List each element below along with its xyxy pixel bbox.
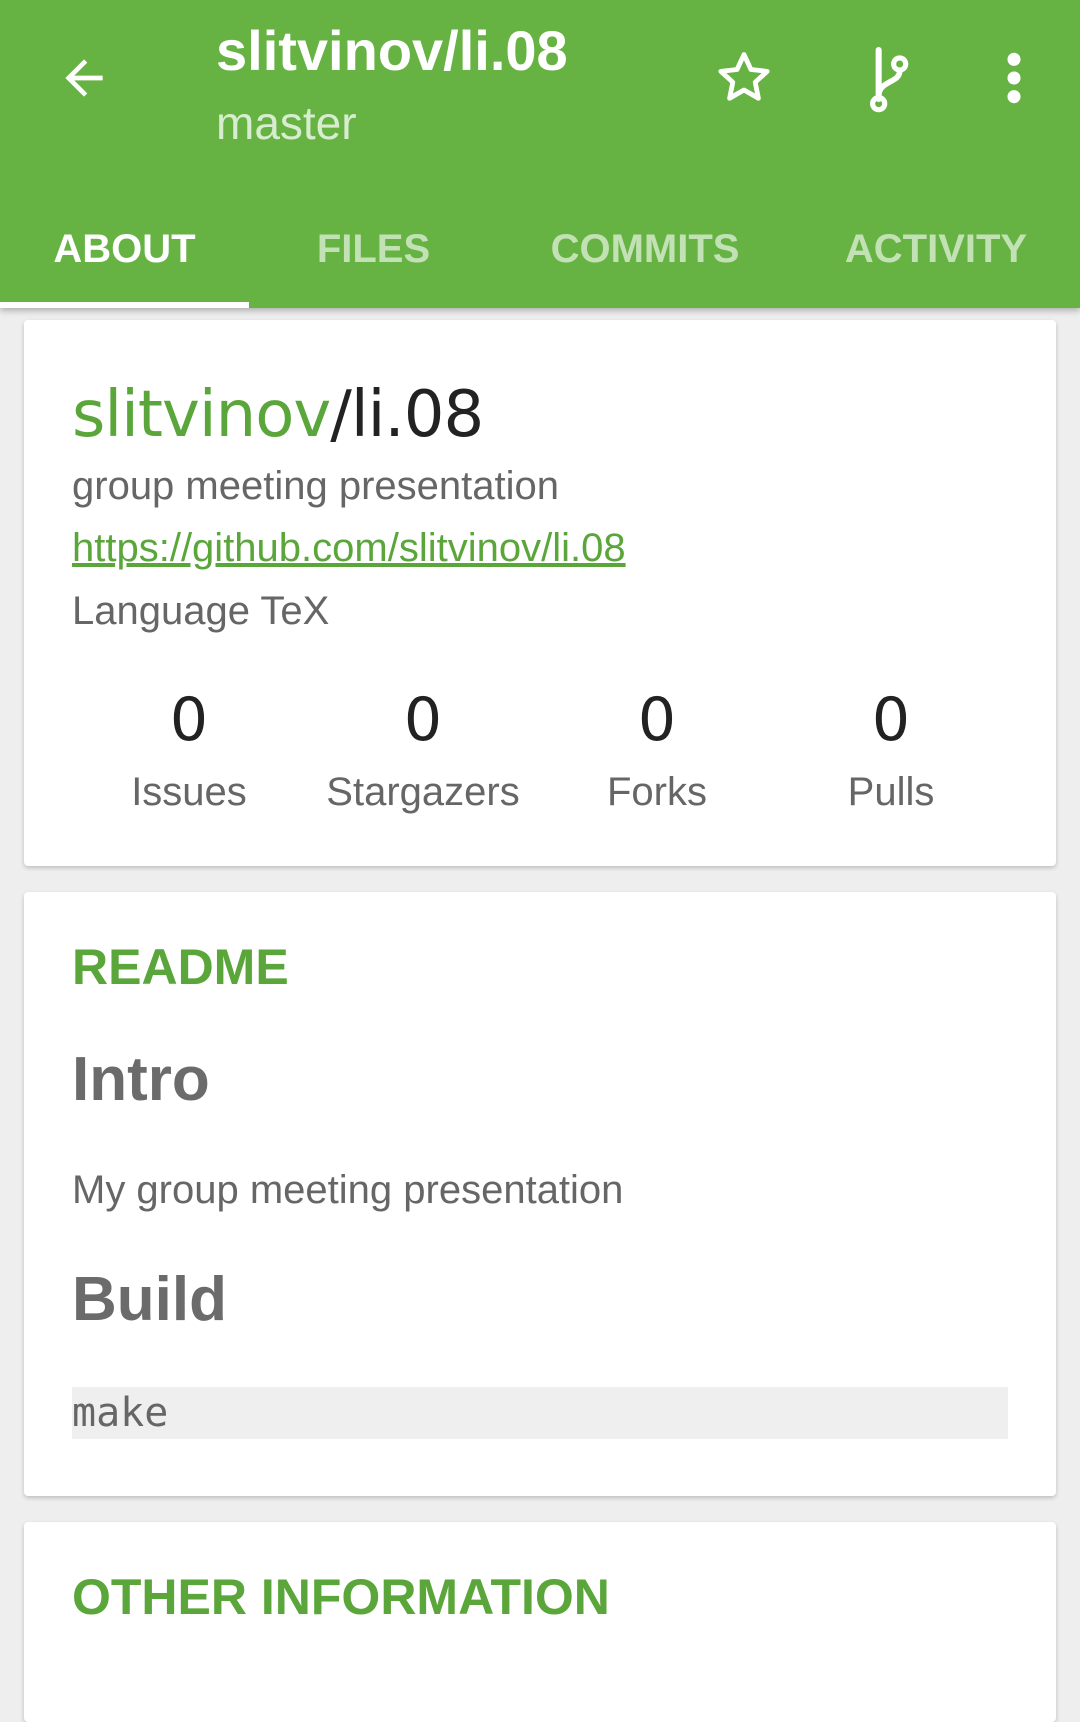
repo-full-name: slitvinov/li.08 [72,378,484,452]
arrow-left-icon [65,59,103,97]
star-button[interactable] [696,30,792,126]
stat-forks[interactable]: 0 Forks [540,684,774,824]
stat-value: 0 [169,685,209,755]
toolbar-subtitle: master [216,97,357,149]
readme-code-block: make [72,1387,1008,1439]
tab-about[interactable]: ABOUT [0,190,249,308]
back-button[interactable] [36,30,132,126]
repo-url-link[interactable]: https://github.com/slitvinov/li.08 [72,526,626,571]
readme-heading-intro: Intro [72,1045,210,1114]
repo-language: Language TeX [72,589,330,633]
stat-label: Issues [131,770,247,814]
more-options-button[interactable] [966,30,1062,126]
stat-stargazers[interactable]: 0 Stargazers [306,684,540,824]
stat-value: 0 [871,685,911,755]
stat-value: 0 [403,685,443,755]
app-bar: slitvinov/li.08 master ABOUT FILES COMMI… [0,0,1080,308]
tab-activity[interactable]: ACTIVITY [792,190,1080,308]
repo-stats: 0 Issues 0 Stargazers 0 Forks 0 Pulls [72,684,1008,824]
stat-pulls[interactable]: 0 Pulls [774,684,1008,824]
more-vert-icon [1007,52,1021,104]
other-info-card: OTHER INFORMATION [24,1522,1056,1722]
source-branch-icon [870,46,909,113]
branch-button[interactable] [840,30,936,126]
stat-label: Forks [607,770,707,814]
tab-bar: ABOUT FILES COMMITS ACTIVITY [0,190,1080,308]
repo-name: li.08 [350,378,484,452]
stat-issues[interactable]: 0 Issues [72,684,306,824]
stat-label: Pulls [847,770,935,814]
repo-separator: / [330,378,352,452]
tab-files[interactable]: FILES [249,190,498,308]
star-outline-icon [718,52,770,101]
repo-description: group meeting presentation [72,464,559,508]
toolbar-title: slitvinov/li.08 [216,19,568,82]
tab-commits[interactable]: COMMITS [498,190,792,308]
repo-info-card: slitvinov/li.08 group meeting presentati… [24,320,1056,866]
other-info-title: OTHER INFORMATION [72,1569,610,1625]
repo-owner-link[interactable]: slitvinov [72,378,331,452]
stat-label: Stargazers [326,770,520,814]
stat-value: 0 [637,685,677,755]
tab-indicator [0,302,249,308]
readme-heading-build: Build [72,1265,227,1334]
readme-intro-text: My group meeting presentation [72,1168,624,1212]
readme-card: README Intro My group meeting presentati… [24,892,1056,1496]
readme-title: README [72,939,289,995]
